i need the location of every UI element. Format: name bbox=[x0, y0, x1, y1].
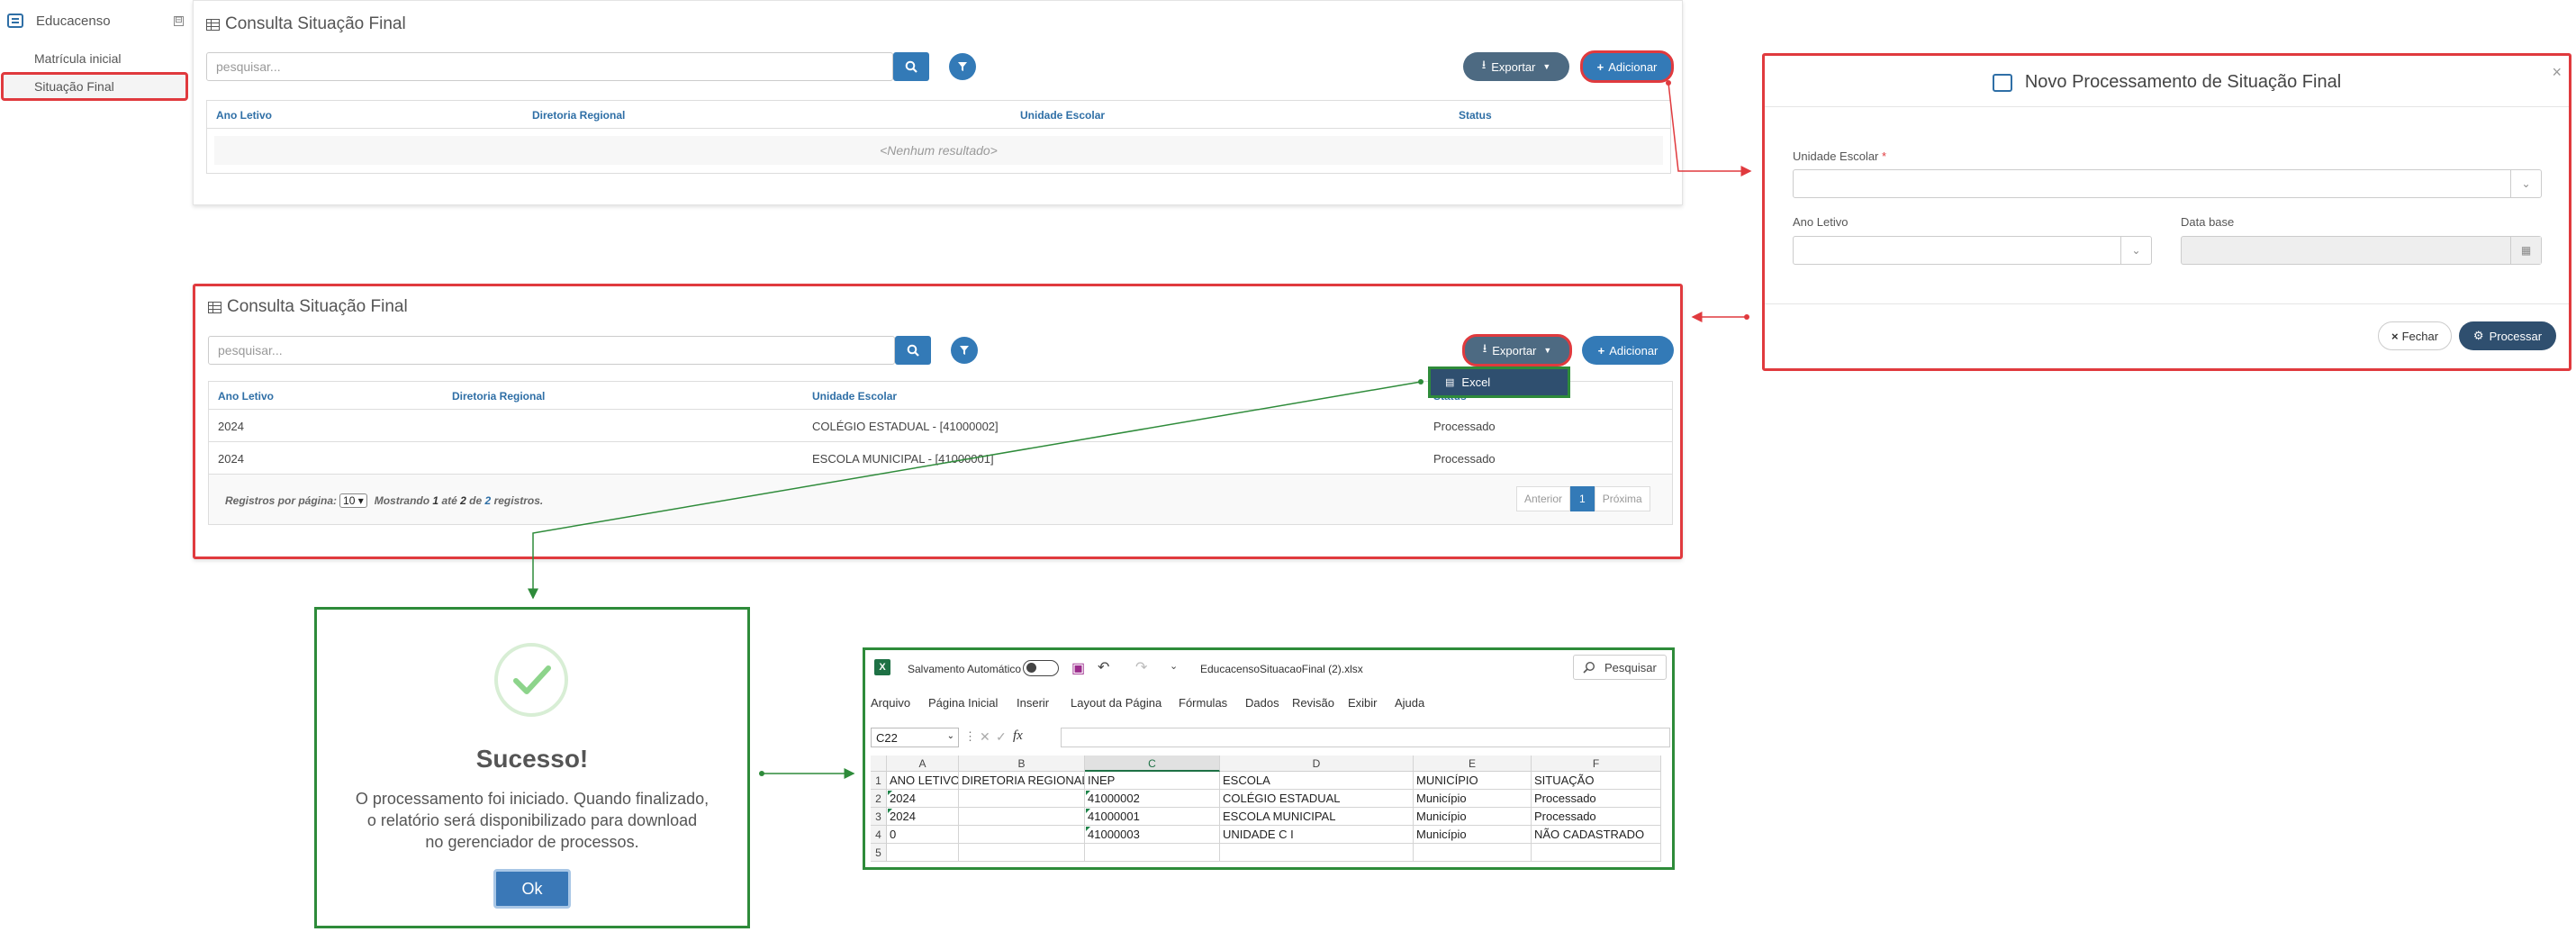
red-arrow-add-to-modal bbox=[1666, 80, 1752, 176]
green-arrow-success-to-excel bbox=[759, 768, 855, 779]
flow-arrows bbox=[528, 80, 1752, 779]
red-arrow-modal-to-panel bbox=[1691, 312, 1749, 322]
green-arrow-excel-to-success bbox=[528, 379, 1424, 600]
